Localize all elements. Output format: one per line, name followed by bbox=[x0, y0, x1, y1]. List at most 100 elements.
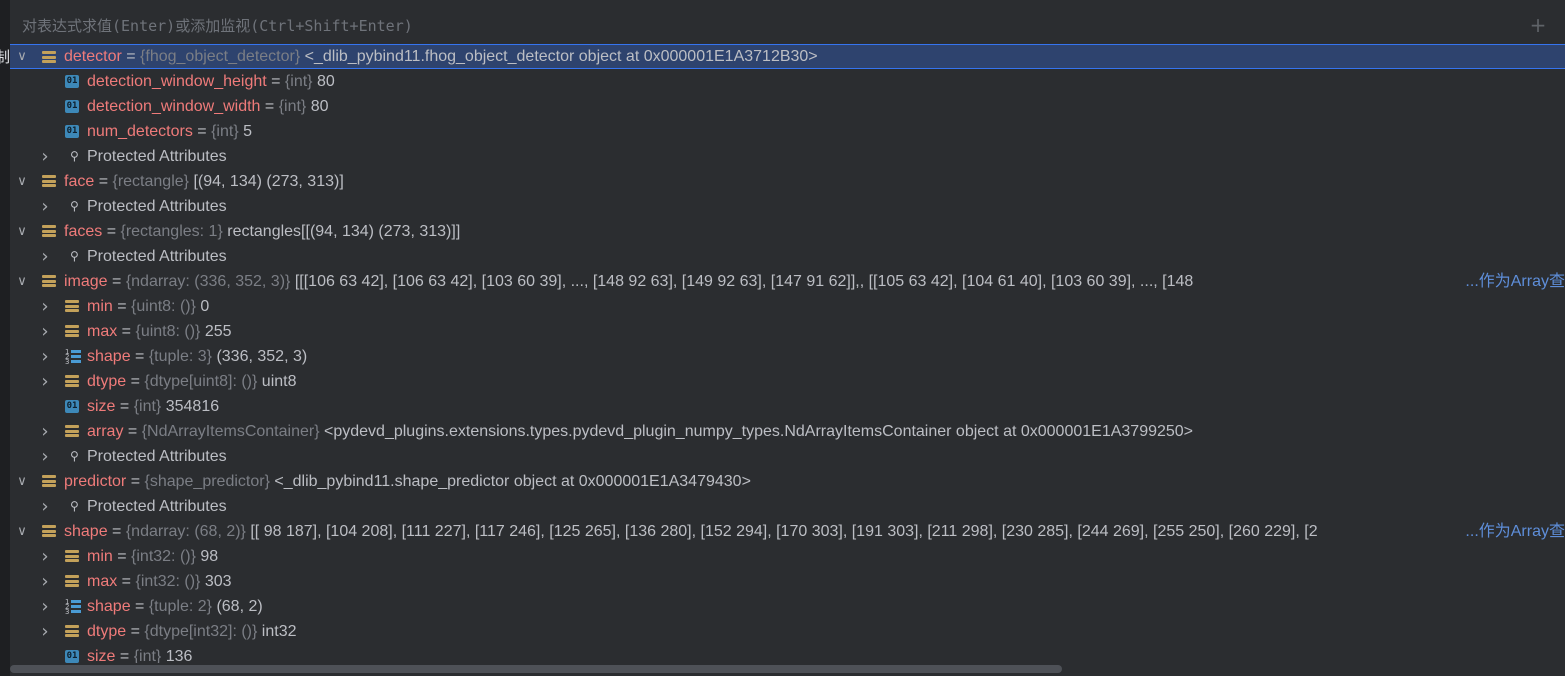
chevron-right-icon[interactable]: › bbox=[38, 594, 52, 619]
chevron-right-icon[interactable]: › bbox=[38, 419, 52, 444]
chevron-right-icon[interactable]: › bbox=[38, 244, 52, 269]
chevron-down-icon[interactable]: ∨ bbox=[15, 469, 29, 494]
add-watch-icon[interactable]: + bbox=[1527, 14, 1549, 36]
variable-value: 5 bbox=[243, 123, 253, 140]
equals-sign: = bbox=[266, 73, 285, 90]
horizontal-scrollbar[interactable] bbox=[10, 663, 1565, 676]
chevron-right-icon[interactable]: › bbox=[38, 344, 52, 369]
tree-row-protected-attributes[interactable]: › ⚲ Protected Attributes bbox=[10, 494, 1565, 519]
variable-name: num_detectors bbox=[87, 123, 193, 140]
variable-name: detector bbox=[64, 48, 122, 65]
tree-row-array[interactable]: › array = {NdArrayItemsContainer} <pydevd… bbox=[10, 419, 1565, 444]
tree-row-text: shape = {tuple: 2} (68, 2) bbox=[87, 594, 263, 619]
tree-row-text: dtype = {dtype[int32]: ()} int32 bbox=[87, 619, 297, 644]
tree-row-text: Protected Attributes bbox=[87, 444, 227, 469]
chevron-right-icon[interactable]: › bbox=[38, 144, 52, 169]
variable-name: min bbox=[87, 548, 113, 565]
variable-name: shape bbox=[87, 348, 131, 365]
tree-row-size[interactable]: 01 size = {int} 136 bbox=[10, 644, 1565, 663]
equals-sign: = bbox=[115, 398, 134, 415]
variable-name: size bbox=[87, 398, 116, 415]
tree-row-size[interactable]: 01 size = {int} 354816 bbox=[10, 394, 1565, 419]
chevron-down-icon[interactable]: ∨ bbox=[15, 169, 29, 194]
horizontal-scrollbar-thumb[interactable] bbox=[10, 665, 1062, 673]
chevron-down-icon[interactable]: ∨ bbox=[15, 45, 29, 68]
key-icon: ⚲ bbox=[70, 199, 79, 213]
tree-row-image[interactable]: ∨ image = {ndarray: (336, 352, 3)} [[[106… bbox=[10, 269, 1565, 294]
chevron-down-icon[interactable]: ∨ bbox=[15, 269, 29, 294]
variable-name: shape bbox=[64, 523, 108, 540]
primitive-icon: 01 bbox=[65, 75, 79, 88]
tree-row-faces[interactable]: ∨ faces = {rectangles: 1} rectangles[[(94… bbox=[10, 219, 1565, 244]
variable-value: <_dlib_pybind11.fhog_object_detector obj… bbox=[304, 48, 818, 65]
tree-row-detector[interactable]: ∨ detector = {fhog_object_detector} <_dli… bbox=[10, 44, 1565, 69]
object-icon bbox=[42, 525, 56, 539]
object-icon bbox=[65, 325, 79, 339]
tree-row-min[interactable]: › min = {uint8: ()} 0 bbox=[10, 294, 1565, 319]
chevron-right-icon[interactable]: › bbox=[38, 369, 52, 394]
variable-name: size bbox=[87, 648, 116, 663]
equals-sign: = bbox=[126, 473, 145, 490]
variable-type: {NdArrayItemsContainer} bbox=[141, 423, 320, 440]
tree-row-face[interactable]: ∨ face = {rectangle} [(94, 134) (273, 313… bbox=[10, 169, 1565, 194]
variable-value: (336, 352, 3) bbox=[216, 348, 308, 365]
tree-row-shape[interactable]: ∨ shape = {ndarray: (68, 2)} [[ 98 187], … bbox=[10, 519, 1565, 544]
variable-name: image bbox=[64, 273, 108, 290]
chevron-right-icon[interactable]: › bbox=[38, 319, 52, 344]
tree-row-max[interactable]: › max = {uint8: ()} 255 bbox=[10, 319, 1565, 344]
equals-sign: = bbox=[130, 598, 149, 615]
chevron-right-icon[interactable]: › bbox=[38, 569, 52, 594]
variable-value: 303 bbox=[204, 573, 232, 590]
tree-row-protected-attributes[interactable]: › ⚲ Protected Attributes bbox=[10, 194, 1565, 219]
chevron-right-icon[interactable]: › bbox=[38, 619, 52, 644]
variable-type: {uint8: ()} bbox=[135, 323, 201, 340]
chevron-right-icon[interactable]: › bbox=[38, 444, 52, 469]
object-icon bbox=[65, 625, 79, 639]
left-panel-edge: 制 bbox=[0, 0, 10, 676]
tree-row-detection-window-width[interactable]: 01 detection_window_width = {int} 80 bbox=[10, 94, 1565, 119]
object-icon bbox=[42, 51, 56, 65]
tree-row-text: Protected Attributes bbox=[87, 194, 227, 219]
chevron-right-icon[interactable]: › bbox=[38, 294, 52, 319]
chevron-right-icon[interactable]: › bbox=[38, 494, 52, 519]
variable-name: face bbox=[64, 173, 95, 190]
variable-type: {int} bbox=[133, 398, 162, 415]
list-icon: 123 bbox=[65, 349, 81, 366]
variable-name: max bbox=[87, 323, 118, 340]
equals-sign: = bbox=[126, 623, 145, 640]
evaluate-expression-input[interactable] bbox=[20, 14, 1524, 38]
tree-row-shape[interactable]: › 1 2 3 shape = {tuple: 3} (336, 352, 3) bbox=[10, 344, 1565, 369]
tree-row-protected-attributes[interactable]: › ⚲ Protected Attributes bbox=[10, 144, 1565, 169]
tree-row-dtype[interactable]: › dtype = {dtype[int32]: ()} int32 bbox=[10, 619, 1565, 644]
tree-row-predictor[interactable]: ∨ predictor = {shape_predictor} <_dlib_py… bbox=[10, 469, 1565, 494]
key-icon: ⚲ bbox=[70, 449, 79, 463]
object-icon bbox=[65, 375, 79, 389]
equals-sign: = bbox=[112, 298, 132, 315]
chevron-down-icon[interactable]: ∨ bbox=[15, 519, 29, 544]
tree-row-shape[interactable]: › 1 2 3 shape = {tuple: 2} (68, 2) bbox=[10, 594, 1565, 619]
tree-row-num-detectors[interactable]: 01 num_detectors = {int} 5 bbox=[10, 119, 1565, 144]
variable-type: {int32: ()} bbox=[135, 573, 201, 590]
equals-sign: = bbox=[130, 348, 149, 365]
variable-name: max bbox=[87, 573, 118, 590]
view-as-array-link[interactable]: ...作为Array查 bbox=[1461, 269, 1565, 294]
chevron-right-icon[interactable]: › bbox=[38, 194, 52, 219]
list-icon: 123 bbox=[65, 599, 81, 616]
tree-row-text: size = {int} 354816 bbox=[87, 394, 219, 419]
tree-row-detection-window-height[interactable]: 01 detection_window_height = {int} 80 bbox=[10, 69, 1565, 94]
tree-row-protected-attributes[interactable]: › ⚲ Protected Attributes bbox=[10, 244, 1565, 269]
group-label: Protected Attributes bbox=[87, 248, 227, 265]
view-as-array-link[interactable]: ...作为Array查 bbox=[1461, 519, 1565, 544]
tree-row-protected-attributes[interactable]: › ⚲ Protected Attributes bbox=[10, 444, 1565, 469]
primitive-icon: 01 bbox=[65, 125, 79, 138]
tree-row-max[interactable]: › max = {int32: ()} 303 bbox=[10, 569, 1565, 594]
tree-row-min[interactable]: › min = {int32: ()} 98 bbox=[10, 544, 1565, 569]
variable-value: <_dlib_pybind11.shape_predictor object a… bbox=[274, 473, 751, 490]
tree-row-dtype[interactable]: › dtype = {dtype[uint8]: ()} uint8 bbox=[10, 369, 1565, 394]
variable-value: [(94, 134) (273, 313)] bbox=[193, 173, 344, 190]
variable-name: detection_window_width bbox=[87, 98, 261, 115]
chevron-down-icon[interactable]: ∨ bbox=[15, 219, 29, 244]
primitive-icon: 01 bbox=[65, 400, 79, 413]
chevron-right-icon[interactable]: › bbox=[38, 544, 52, 569]
tree-row-text: min = {uint8: ()} 0 bbox=[87, 294, 209, 319]
